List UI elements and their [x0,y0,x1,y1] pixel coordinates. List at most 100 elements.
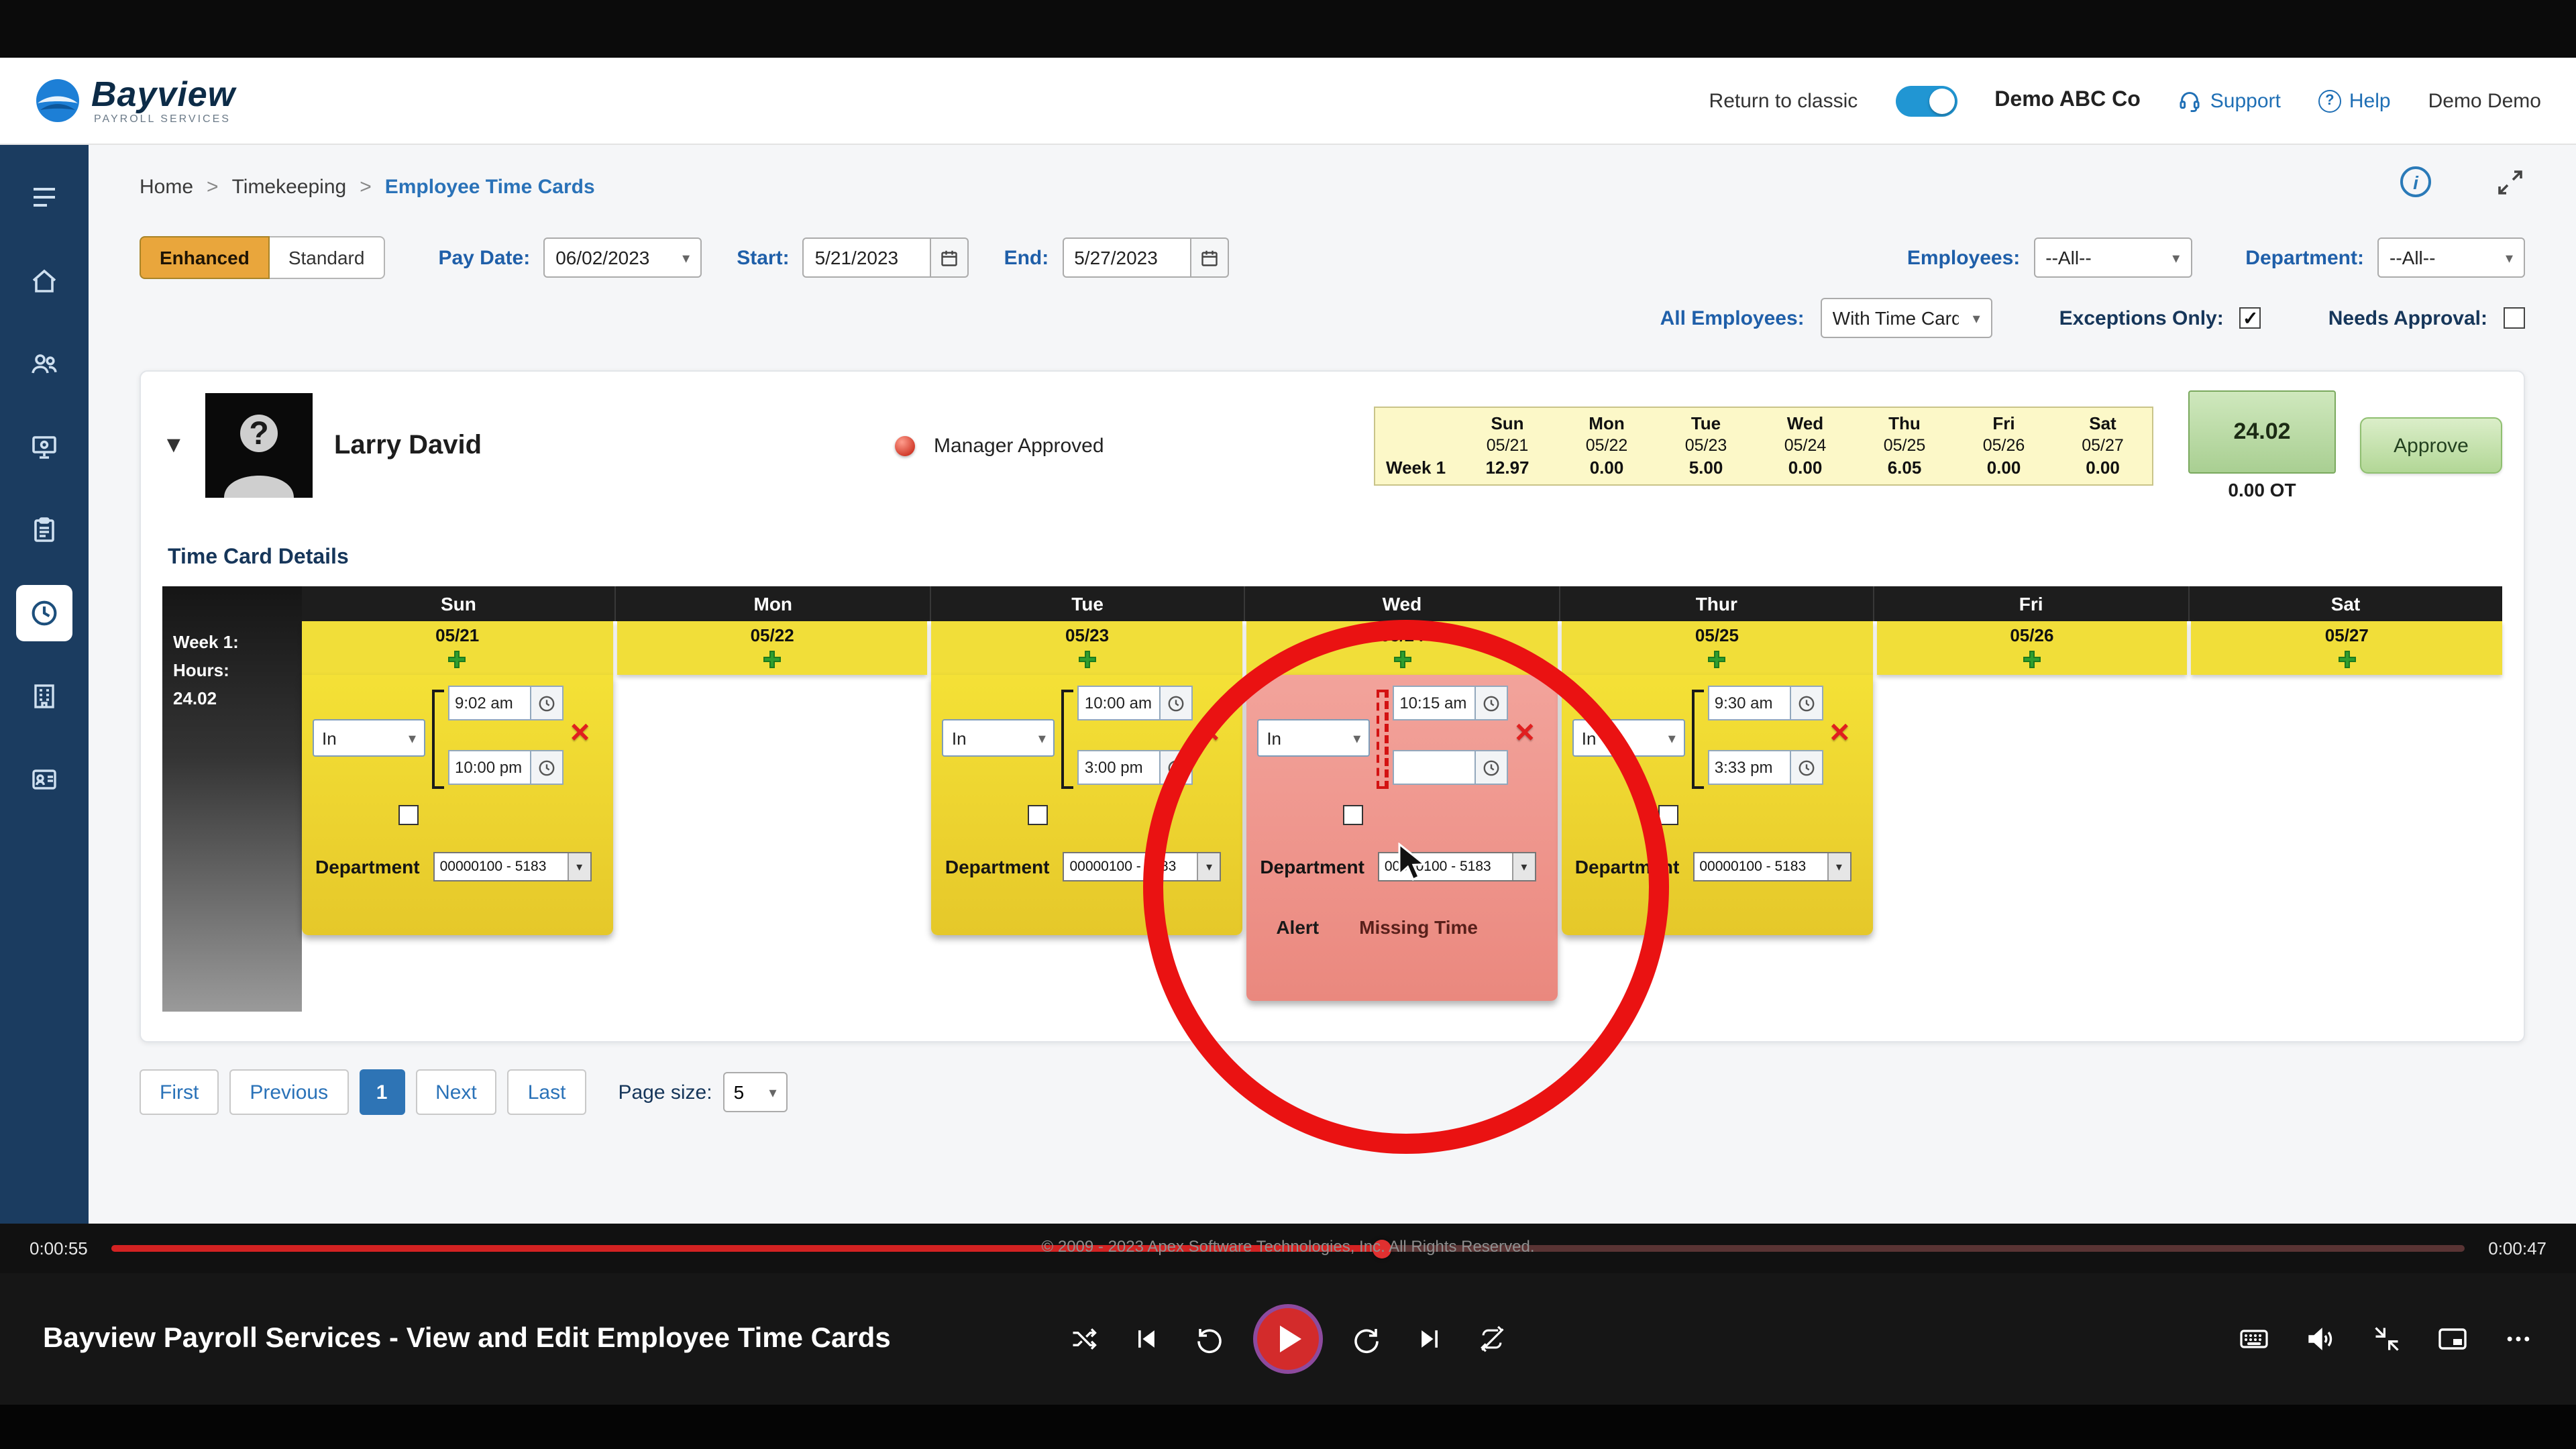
timekeeping-icon[interactable] [16,585,72,641]
pay-date-select[interactable]: 06/02/2023 ▾ [543,237,702,278]
current-page-button[interactable]: 1 [359,1069,405,1115]
punch-type-select[interactable]: In ▾ [1572,719,1685,757]
next-track-icon[interactable] [1415,1324,1445,1354]
sidebar [0,145,89,1224]
play-button[interactable] [1257,1308,1319,1370]
company-icon[interactable] [16,668,72,724]
clock-icon [1483,694,1500,712]
exit-fullscreen-icon[interactable] [2372,1324,2402,1354]
enhanced-view-button[interactable]: Enhanced [140,236,270,279]
menu-icon[interactable] [16,169,72,225]
time-in-input[interactable]: 9:02 am [448,686,531,720]
time-out-input[interactable] [1393,750,1476,785]
shuffle-icon[interactable] [1069,1324,1099,1354]
video-seek-bar[interactable] [112,1245,2465,1252]
elapsed-time: 0:00:55 [30,1238,88,1258]
rewind-10-icon[interactable] [1193,1323,1225,1355]
return-to-classic-toggle[interactable] [1895,85,1957,116]
start-calendar-button[interactable] [932,237,969,278]
time-in-input[interactable]: 9:30 am [1708,686,1791,720]
punch-type-select[interactable]: In ▾ [1257,719,1370,757]
add-punch-button[interactable] [932,648,1242,671]
previous-page-button[interactable]: Previous [229,1069,348,1115]
main-content: Home > Timekeeping > Employee Time Cards… [89,145,2576,1224]
time-in-input[interactable]: 10:15 am [1393,686,1476,720]
punch-checkbox[interactable] [1658,805,1678,825]
info-icon[interactable]: i [2400,166,2431,197]
clock-picker-button[interactable] [1161,686,1193,720]
user-menu[interactable]: Demo Demo [2428,89,2541,112]
chevron-down-icon: ▾ [1353,729,1360,747]
punch-type-select[interactable]: In ▾ [313,719,425,757]
time-out-input[interactable]: 10:00 pm [448,750,531,785]
needs-approval-checkbox[interactable] [2504,307,2525,329]
department-select[interactable]: 00000100 - 5183 ▾ [433,852,592,881]
profile-icon[interactable] [16,751,72,808]
clock-picker-button[interactable] [1161,750,1193,785]
punch-checkbox[interactable] [398,805,419,825]
employees-icon[interactable] [16,335,72,392]
employee-card: ▼ ? Larry David Manager Approved [140,370,2525,1042]
forward-10-icon[interactable] [1351,1323,1383,1355]
picture-in-picture-icon[interactable] [2436,1323,2469,1355]
clock-picker-button[interactable] [1476,750,1508,785]
last-page-button[interactable]: Last [508,1069,586,1115]
expand-icon[interactable] [2496,167,2525,197]
punch-checkbox[interactable] [1028,805,1049,825]
add-punch-button[interactable] [2192,648,2502,671]
support-link[interactable]: Support [2178,89,2281,113]
department-select[interactable]: 00000100 - 5183 ▾ [1063,852,1221,881]
department-select[interactable]: 00000100 - 5183 ▾ [1693,852,1851,881]
rail-hours-value: 24.02 [173,685,291,713]
more-options-icon[interactable] [2504,1324,2533,1354]
previous-track-icon[interactable] [1131,1324,1161,1354]
approve-button[interactable]: Approve [2360,417,2502,474]
clock-picker-button[interactable] [531,750,564,785]
add-punch-button[interactable] [1876,648,2187,671]
end-calendar-button[interactable] [1191,237,1228,278]
clock-picker-button[interactable] [1476,686,1508,720]
date-band: 05/26 [1876,621,2187,675]
add-punch-button[interactable] [1246,648,1557,671]
tasks-icon[interactable] [16,502,72,558]
all-employees-value: With Time Cards [1833,307,1960,329]
add-punch-button[interactable] [616,648,927,671]
first-page-button[interactable]: First [140,1069,219,1115]
end-date-input[interactable]: 5/27/2023 [1062,237,1191,278]
autoplay-disabled-icon[interactable] [1477,1324,1507,1354]
payroll-icon[interactable] [16,419,72,475]
breadcrumb-timekeeping[interactable]: Timekeeping [232,175,347,198]
seek-bar-handle[interactable] [1373,1239,1391,1258]
start-date-input[interactable]: 5/21/2023 [803,237,932,278]
punch-type-select[interactable]: In ▾ [943,719,1055,757]
add-punch-button[interactable] [302,648,612,671]
status-dot-icon[interactable] [895,435,915,455]
department-select[interactable]: 00000100 - 5183 ▾ [1378,852,1536,881]
keyboard-shortcuts-icon[interactable] [2238,1323,2270,1355]
all-employees-select[interactable]: With Time Cards ▾ [1821,298,1992,338]
employees-filter-select[interactable]: --All-- ▾ [2033,237,2192,278]
time-out-input[interactable]: 3:33 pm [1708,750,1791,785]
clock-picker-button[interactable] [1791,686,1823,720]
time-out-input[interactable]: 3:00 pm [1078,750,1161,785]
volume-icon[interactable] [2305,1323,2337,1355]
standard-view-button[interactable]: Standard [270,236,385,279]
time-in-input[interactable]: 10:00 am [1078,686,1161,720]
exceptions-only-checkbox[interactable]: ✓ [2240,307,2261,329]
collapse-expander[interactable]: ▼ [162,432,195,459]
delete-punch-button[interactable]: × [1200,716,1220,750]
clock-picker-button[interactable] [1791,750,1823,785]
clock-picker-button[interactable] [531,686,564,720]
day-header: Tue [931,586,1246,621]
punch-checkbox[interactable] [1343,805,1363,825]
delete-punch-button[interactable]: × [1515,716,1534,750]
page-size-select[interactable]: 5 ▾ [723,1072,788,1112]
next-page-button[interactable]: Next [415,1069,497,1115]
add-punch-button[interactable] [1562,648,1872,671]
home-icon[interactable] [16,252,72,309]
breadcrumb-home[interactable]: Home [140,175,193,198]
department-filter-select[interactable]: --All-- ▾ [2377,237,2525,278]
delete-punch-button[interactable]: × [1830,716,1849,750]
help-link[interactable]: ? Help [2318,89,2391,112]
delete-punch-button[interactable]: × [570,716,590,750]
